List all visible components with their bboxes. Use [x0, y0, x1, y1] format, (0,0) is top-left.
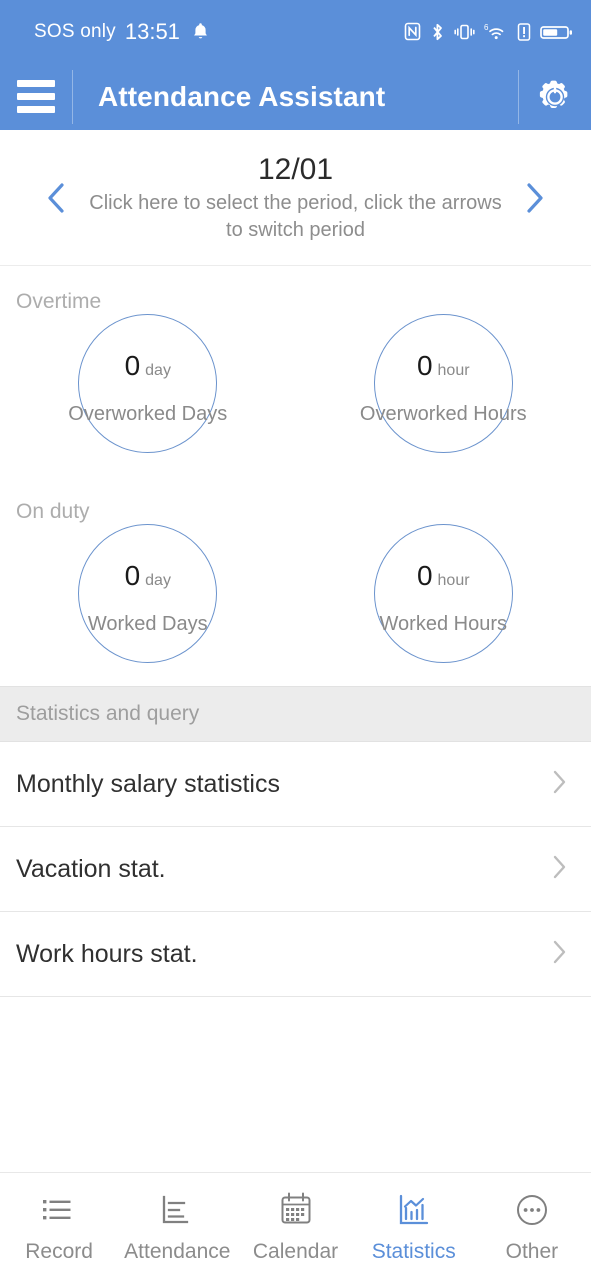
chevron-right-icon: [549, 852, 569, 887]
nav-label-attendance: Attendance: [124, 1240, 231, 1263]
nav-item-statistics[interactable]: Statistics: [355, 1189, 473, 1264]
bottom-navigation: Record Attendance Calendar Statistics Ot…: [0, 1172, 591, 1280]
overworked-hours-value: 0 hour: [417, 352, 470, 380]
list-item-label: Monthly salary statistics: [16, 769, 280, 798]
onduty-circle-row: 0 day Worked Days 0 hour Worked Hours: [0, 524, 591, 686]
status-bar: SOS only 13:51 6: [0, 0, 591, 63]
overworked-hours-circle[interactable]: 0 hour Overworked Hours: [360, 314, 527, 453]
status-bar-right: 6: [404, 22, 573, 42]
nav-label-calendar: Calendar: [252, 1240, 339, 1263]
chevron-right-icon[interactable]: [517, 180, 553, 216]
page-title: Attendance Assistant: [98, 80, 386, 112]
overworked-days-unit: day: [145, 362, 171, 379]
status-clock: 13:51: [124, 18, 180, 44]
app-bar-actions: [518, 69, 591, 124]
battery-icon: [540, 22, 573, 42]
status-bar-left: SOS only 13:51: [34, 19, 209, 45]
period-text-block[interactable]: 12/01 Click here to select the period, c…: [74, 151, 517, 245]
list-item-vacation-stat[interactable]: Vacation stat.: [0, 827, 591, 912]
chevron-left-icon[interactable]: [38, 180, 74, 216]
worked-hours-circle[interactable]: 0 hour Worked Hours: [373, 524, 513, 663]
list-item-label: Vacation stat.: [16, 854, 166, 883]
nav-label-other: Other: [505, 1240, 559, 1263]
vibrate-icon: [454, 22, 475, 42]
appbar-divider: [72, 69, 73, 124]
period-hint: Click here to select the period, click t…: [89, 192, 502, 242]
list-item-monthly-salary-statistics[interactable]: Monthly salary statistics: [0, 742, 591, 827]
nav-item-record[interactable]: Record: [0, 1189, 118, 1264]
list-item-label: Work hours stat.: [16, 939, 198, 968]
ellipsis-circle-icon: [512, 1189, 552, 1231]
worked-days-circle[interactable]: 0 day Worked Days: [78, 524, 218, 663]
overworked-hours-label: Overworked Hours: [359, 403, 527, 425]
worked-days-unit: day: [145, 572, 171, 589]
nav-item-attendance[interactable]: Attendance: [118, 1189, 236, 1264]
overworked-days-cell: 0 day Overworked Days: [0, 314, 296, 476]
nav-label-record: Record: [25, 1240, 93, 1263]
svg-text:6: 6: [484, 23, 489, 32]
nav-item-calendar[interactable]: Calendar: [236, 1189, 354, 1264]
chevron-right-icon: [549, 767, 569, 802]
app-screen: SOS only 13:51 6 Attendance Assistant 12…: [0, 0, 591, 1280]
overworked-days-circle[interactable]: 0 day Overworked Days: [68, 314, 227, 453]
worked-days-number: 0: [124, 560, 141, 591]
period-date: 12/01: [257, 152, 334, 186]
section-title-overtime: Overtime: [16, 290, 102, 313]
worked-hours-cell: 0 hour Worked Hours: [296, 524, 591, 686]
bluetooth-icon: [430, 22, 445, 42]
worked-hours-value: 0 hour: [417, 562, 470, 590]
worked-hours-unit: hour: [437, 572, 470, 589]
worked-days-cell: 0 day Worked Days: [0, 524, 296, 686]
calendar-icon: [276, 1189, 316, 1231]
app-bar: Attendance Assistant: [0, 63, 591, 130]
overworked-hours-number: 0: [416, 350, 433, 381]
section-title-on-duty: On duty: [16, 500, 90, 523]
worked-days-value: 0 day: [125, 562, 171, 590]
worked-hours-number: 0: [416, 560, 433, 591]
overworked-days-value: 0 day: [125, 352, 171, 380]
period-selector[interactable]: 12/01 Click here to select the period, c…: [0, 130, 591, 266]
list-section-header: Statistics and query: [0, 686, 591, 742]
list-bullets-icon: [39, 1189, 79, 1231]
nav-label-statistics: Statistics: [371, 1240, 456, 1263]
bar-chart-icon: [157, 1189, 197, 1231]
overworked-hours-cell: 0 hour Overworked Hours: [296, 314, 591, 476]
worked-days-label: Worked Days: [87, 613, 208, 635]
overworked-days-number: 0: [124, 350, 141, 381]
nav-item-other[interactable]: Other: [473, 1189, 591, 1264]
overworked-hours-unit: hour: [437, 362, 470, 379]
bell-icon: [192, 22, 209, 41]
wifi-6-icon: 6: [484, 22, 508, 42]
settings-gear-icon[interactable]: [519, 77, 591, 117]
overworked-days-label: Overworked Days: [68, 403, 228, 425]
worked-hours-label: Worked Hours: [379, 613, 507, 635]
hamburger-menu-icon[interactable]: [0, 80, 72, 113]
nfc-icon: [404, 22, 421, 41]
chevron-right-icon: [549, 937, 569, 972]
list-item-work-hours-stat[interactable]: Work hours stat.: [0, 912, 591, 997]
carrier-label: SOS only: [34, 20, 116, 42]
overtime-circle-row: 0 day Overworked Days 0 hour Overworked …: [0, 314, 591, 476]
statistics-chart-icon: [394, 1189, 434, 1231]
alert-icon: [517, 22, 531, 42]
